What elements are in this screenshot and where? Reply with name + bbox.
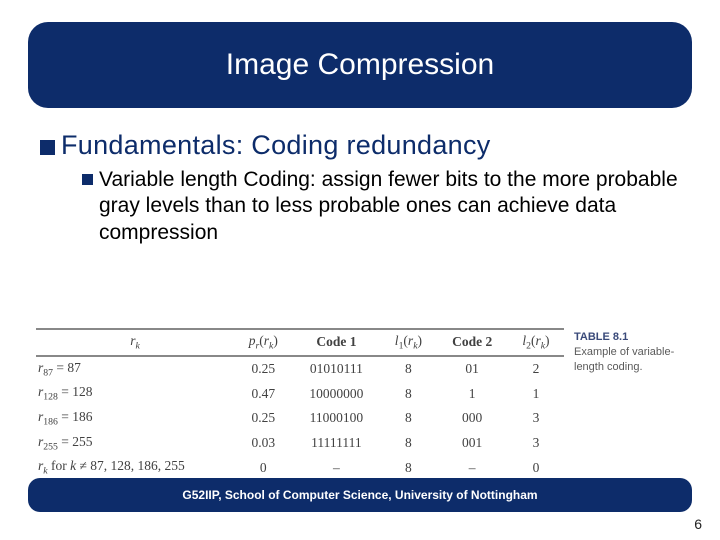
cell: 1 xyxy=(436,381,507,406)
col-header: Code 1 xyxy=(292,329,380,356)
cell: 11111111 xyxy=(292,431,380,456)
cell: 0.03 xyxy=(234,431,292,456)
cell: 000 xyxy=(436,406,507,431)
row-label: r128 = 128 xyxy=(36,381,234,406)
table-row: r255 = 255 0.03 11111111 8 001 3 xyxy=(36,431,564,456)
caption-body: Example of variable-length coding. xyxy=(574,346,674,373)
col-header: rk xyxy=(36,329,234,356)
cell: 8 xyxy=(380,356,436,382)
slide-body: Fundamentals: Coding redundancy Variable… xyxy=(40,130,680,246)
table-body: r87 = 87 0.25 01010111 8 01 2 r128 = 128… xyxy=(36,356,564,481)
bullet-level1: Fundamentals: Coding redundancy xyxy=(40,130,680,161)
slide-title: Image Compression xyxy=(226,48,494,82)
data-table-container: rk pr(rk) Code 1 l1(rk) Code 2 l2(rk) r8… xyxy=(36,328,684,482)
cell: 01010111 xyxy=(292,356,380,382)
table-row: r87 = 87 0.25 01010111 8 01 2 xyxy=(36,356,564,382)
coding-table: rk pr(rk) Code 1 l1(rk) Code 2 l2(rk) r8… xyxy=(36,328,564,482)
col-header: l1(rk) xyxy=(380,329,436,356)
cell: 01 xyxy=(436,356,507,382)
cell: 8 xyxy=(380,431,436,456)
col-header: pr(rk) xyxy=(234,329,292,356)
table-caption: TABLE 8.1 Example of variable-length cod… xyxy=(574,328,684,482)
cell: 8 xyxy=(380,406,436,431)
cell: 0.25 xyxy=(234,356,292,382)
cell: 1 xyxy=(508,381,564,406)
cell: 3 xyxy=(508,406,564,431)
cell: 2 xyxy=(508,356,564,382)
table-header-row: rk pr(rk) Code 1 l1(rk) Code 2 l2(rk) xyxy=(36,329,564,356)
square-bullet-icon xyxy=(40,140,55,155)
table-row: r186 = 186 0.25 11000100 8 000 3 xyxy=(36,406,564,431)
heading-level2: Variable length Coding: assign fewer bit… xyxy=(99,167,680,246)
cell: 8 xyxy=(380,381,436,406)
row-label: r87 = 87 xyxy=(36,356,234,382)
footer-text: G52IIP, School of Computer Science, Univ… xyxy=(182,488,537,502)
cell: 0.47 xyxy=(234,381,292,406)
cell: 001 xyxy=(436,431,507,456)
square-bullet-icon xyxy=(82,174,93,185)
row-label: r255 = 255 xyxy=(36,431,234,456)
page-number: 6 xyxy=(694,516,702,532)
footer-bar: G52IIP, School of Computer Science, Univ… xyxy=(28,478,692,512)
heading-level1: Fundamentals: Coding redundancy xyxy=(61,130,491,161)
col-header: l2(rk) xyxy=(508,329,564,356)
row-label: r186 = 186 xyxy=(36,406,234,431)
table-row: r128 = 128 0.47 10000000 8 1 1 xyxy=(36,381,564,406)
slide-title-bar: Image Compression xyxy=(28,22,692,108)
cell: 0.25 xyxy=(234,406,292,431)
cell: 11000100 xyxy=(292,406,380,431)
bullet-level2: Variable length Coding: assign fewer bit… xyxy=(82,167,680,246)
col-header: Code 2 xyxy=(436,329,507,356)
caption-label: TABLE 8.1 xyxy=(574,331,628,343)
cell: 3 xyxy=(508,431,564,456)
cell: 10000000 xyxy=(292,381,380,406)
